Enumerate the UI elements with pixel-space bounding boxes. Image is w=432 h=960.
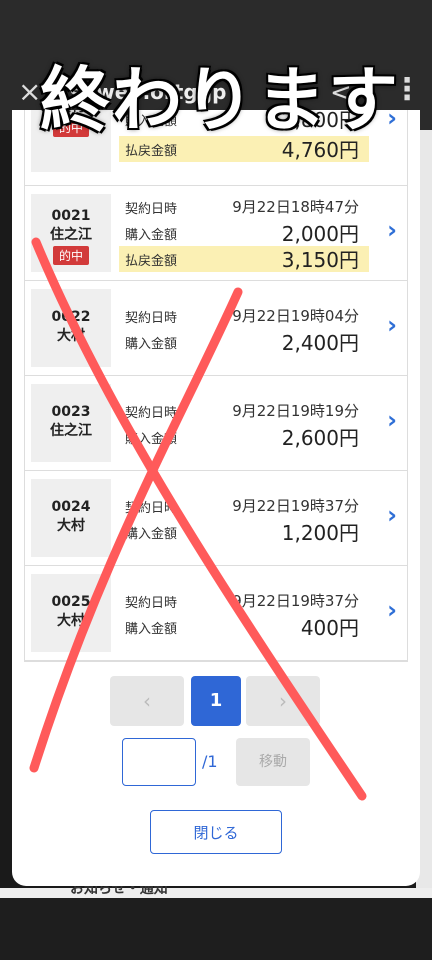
purchase-label: 購入金額	[125, 228, 178, 243]
background-page-footer	[0, 888, 432, 898]
ticket-id-box: 0025 大村	[31, 574, 111, 652]
contract-label: 契約日時	[125, 596, 178, 611]
ticket-venue: 住之江	[50, 423, 92, 439]
close-modal-button[interactable]: 閉じる	[150, 810, 282, 854]
system-nav-area	[0, 898, 432, 960]
purchase-label: 購入金額	[125, 337, 178, 352]
chevron-right-icon[interactable]: ›	[387, 596, 397, 624]
contract-label: 契約日時	[125, 202, 178, 217]
ticket-row[interactable]: 0021 住之江 的中 契約日時 9月22日18時47分 購入金額 2,000円…	[25, 186, 407, 281]
purchase-amount: 2,000円	[281, 222, 359, 246]
ticket-row[interactable]: 0022 大村 契約日時 9月22日19時04分 購入金額 2,400円 ›	[25, 281, 407, 376]
next-page-button[interactable]: ›	[246, 676, 320, 726]
contract-time: 9月22日19時19分	[232, 402, 359, 420]
purchase-label: 購入金額	[125, 527, 178, 542]
ticket-id-box: 0021 住之江 的中	[31, 194, 111, 272]
ticket-id-box: 0022 大村	[31, 289, 111, 367]
overlay-caption: 終わります	[40, 59, 400, 141]
ticket-id: 0022	[51, 309, 91, 325]
ticket-venue: 大村	[57, 613, 85, 629]
page-number-input[interactable]	[122, 738, 196, 786]
purchase-label: 購入金額	[125, 432, 178, 447]
contract-time: 9月22日18時47分	[232, 198, 359, 216]
pagination: ‹ 1 ›	[12, 676, 420, 726]
purchase-amount: 1,200円	[281, 521, 359, 545]
ticket-venue: 大村	[57, 518, 85, 534]
ticket-row[interactable]: 0024 大村 契約日時 9月22日19時37分 購入金額 1,200円 ›	[25, 471, 407, 566]
purchase-amount: 400円	[300, 616, 359, 640]
ticket-history-modal: 大村 的中 購入金額 2,800円 払戻金額 4,760円 › 0021 住之江…	[12, 110, 420, 886]
chevron-right-icon[interactable]: ›	[387, 216, 397, 244]
ticket-list: 大村 的中 購入金額 2,800円 払戻金額 4,760円 › 0021 住之江…	[24, 110, 408, 662]
purchase-amount: 2,400円	[281, 331, 359, 355]
ticket-id: 0021	[51, 208, 91, 224]
ticket-venue: 大村	[57, 328, 85, 344]
ticket-id: 0024	[51, 499, 91, 515]
ticket-id-box: 0023 住之江	[31, 384, 111, 462]
prev-page-button[interactable]: ‹	[110, 676, 184, 726]
page-total: /1	[202, 752, 218, 771]
contract-time: 9月22日19時37分	[232, 497, 359, 515]
contract-time: 9月22日19時04分	[232, 307, 359, 325]
payout-amount: 3,150円	[281, 248, 359, 272]
chevron-right-icon[interactable]: ›	[387, 406, 397, 434]
ticket-id: 0025	[51, 594, 91, 610]
contract-label: 契約日時	[125, 311, 178, 326]
contract-label: 契約日時	[125, 406, 178, 421]
chevron-right-icon[interactable]: ›	[387, 311, 397, 339]
purchase-label: 購入金額	[125, 622, 178, 637]
hit-badge: 的中	[52, 246, 89, 265]
ticket-row[interactable]: 0025 大村 契約日時 9月22日19時37分 購入金額 400円 ›	[25, 566, 407, 661]
contract-time: 9月22日19時37分	[232, 592, 359, 610]
ticket-id: 0023	[51, 404, 91, 420]
contract-label: 契約日時	[125, 501, 178, 516]
ticket-id-box: 0024 大村	[31, 479, 111, 557]
payout-label: 払戻金額	[125, 254, 178, 269]
purchase-amount: 2,600円	[281, 426, 359, 450]
page-1-button[interactable]: 1	[191, 676, 241, 726]
ticket-row[interactable]: 0023 住之江 契約日時 9月22日19時19分 購入金額 2,600円 ›	[25, 376, 407, 471]
ticket-venue: 住之江	[50, 227, 92, 243]
chevron-right-icon[interactable]: ›	[387, 501, 397, 529]
move-page-button[interactable]: 移動	[236, 738, 310, 786]
close-icon[interactable]: ×	[18, 72, 41, 112]
